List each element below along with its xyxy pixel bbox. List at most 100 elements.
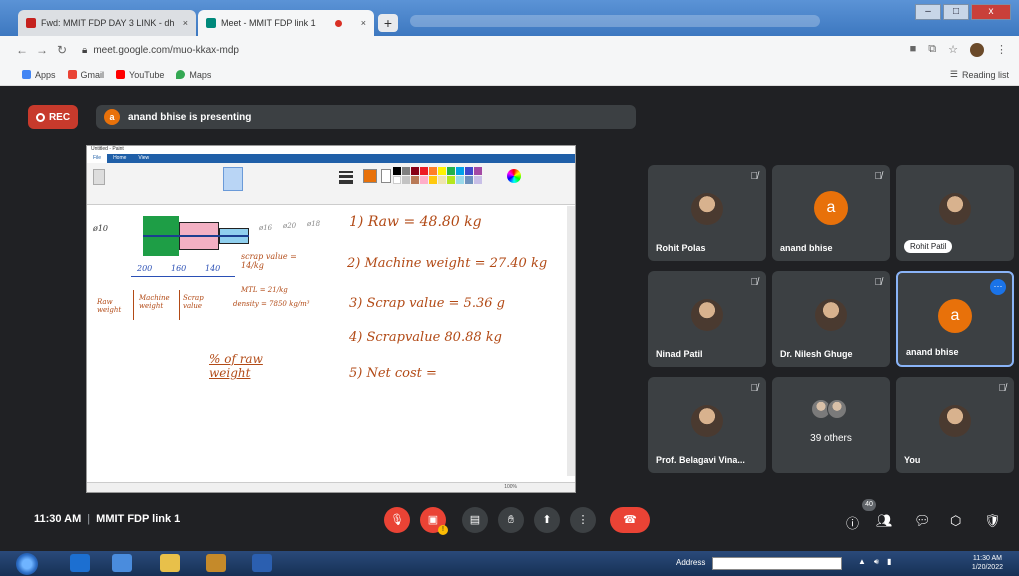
forward-icon[interactable]: → <box>32 43 52 57</box>
recording-dot-icon <box>334 19 342 27</box>
participant-tile[interactable]: 🎙̸ a anand bhise <box>772 165 890 261</box>
more-options-button[interactable]: ⋮ <box>570 507 596 533</box>
close-icon[interactable]: × <box>361 18 366 28</box>
word-icon[interactable] <box>252 554 272 572</box>
dim-b-label: ø20 <box>283 222 297 230</box>
bookmark-gmail[interactable]: Gmail <box>67 69 105 80</box>
participant-photo <box>691 299 723 331</box>
tab-gmail[interactable]: Fwd: MMIT FDP DAY 3 LINK - dh × <box>18 10 196 36</box>
participant-tile-speaking[interactable]: ··· a anand bhise <box>896 271 1014 367</box>
recording-indicator[interactable]: REC <box>28 105 78 129</box>
bookmark-maps[interactable]: Maps <box>176 70 211 80</box>
bookmark-apps[interactable]: Apps <box>22 70 56 80</box>
participant-name: Rohit Patil <box>904 240 953 253</box>
mic-off-icon: 🎙̸ <box>998 383 1007 394</box>
meet-icon <box>206 18 216 28</box>
mic-off-icon: 🎙̸ <box>750 277 759 288</box>
others-tile[interactable]: 39 others <box>772 377 890 473</box>
paint-scrollbar[interactable] <box>567 206 575 476</box>
chevron-up-icon[interactable]: ▲ <box>858 557 866 567</box>
menu-icon[interactable]: ⋮ <box>996 43 1007 57</box>
close-icon[interactable]: × <box>183 18 188 28</box>
participant-avatar: a <box>938 299 972 333</box>
profile-avatar[interactable] <box>970 43 984 57</box>
url-field[interactable]: 🔒︎ meet.google.com/muo-kkax-mdp <box>82 40 910 60</box>
present-button[interactable]: ⬆ <box>534 507 560 533</box>
start-button[interactable] <box>16 553 38 575</box>
handwriting-line-5: 5) Net cost = <box>349 366 437 381</box>
mic-off-icon: 🎙̸ <box>750 171 759 182</box>
maximize-button[interactable]: □ <box>943 4 969 20</box>
presenting-text: anand bhise is presenting <box>128 111 252 123</box>
chrome-icon[interactable] <box>112 554 132 572</box>
new-tab-button[interactable]: + <box>378 14 398 32</box>
people-icon[interactable]: 👥︎ <box>876 513 893 529</box>
back-icon[interactable]: ← <box>12 43 32 57</box>
dim-left-label: ø10 <box>93 224 108 233</box>
taskbar-clock[interactable]: 11:30 AM 1/20/2022 <box>972 554 1003 572</box>
ie-icon[interactable] <box>70 554 90 572</box>
system-tray: ▲ 🔊︎ ▮ <box>858 557 891 567</box>
apps-icon <box>22 70 31 79</box>
camera-icon[interactable]: ■ <box>910 43 917 57</box>
paint-status-bar: 100% <box>87 482 575 492</box>
media-icon[interactable] <box>206 554 226 572</box>
host-controls-icon[interactable]: 🛡︎ <box>984 513 1001 529</box>
handwriting-line-2: 2) Machine weight = 27.40 kg <box>347 256 548 271</box>
participant-tile[interactable]: Rohit Patil <box>896 165 1014 261</box>
raise-hand-button[interactable]: ✋︎ <box>498 507 524 533</box>
paint-title: Untitled - Paint <box>87 146 575 154</box>
meeting-time: 11:30 AM <box>34 513 82 525</box>
mic-toggle-button[interactable]: 🎙︎ <box>384 507 410 533</box>
chat-icon[interactable]: 💬︎ <box>914 513 931 529</box>
participant-photo <box>691 193 723 225</box>
participant-tile[interactable]: 🎙̸ Dr. Nilesh Ghuge <box>772 271 890 367</box>
address-toolbar-input[interactable] <box>712 557 842 570</box>
network-icon[interactable]: ▮ <box>887 557 891 567</box>
reload-icon[interactable]: ↻ <box>52 43 72 57</box>
others-avatars <box>811 399 847 419</box>
window-controls: – □ x <box>915 4 1011 20</box>
paint-canvas: ø10 ø16 ø20 ø18 200 160 140 scrap value … <box>87 206 567 474</box>
more-options-icon[interactable]: ··· <box>990 279 1006 295</box>
table-head-scrap: Scrap value <box>183 294 204 310</box>
size-icon <box>339 169 353 185</box>
activities-icon[interactable]: ⬡ <box>950 513 961 529</box>
browser-tab-bar: Fwd: MMIT FDP DAY 3 LINK - dh × Meet - M… <box>0 0 1019 36</box>
others-count: 39 others <box>810 433 852 444</box>
captions-button[interactable]: ▤ <box>462 507 488 533</box>
participant-tile[interactable]: 🎙̸ Rohit Polas <box>648 165 766 261</box>
toolbar-icons: ■ ⧉ ☆ ⋮ <box>910 43 1007 57</box>
tab-meet-label: Meet - MMIT FDP link 1 <box>221 18 316 28</box>
folder-icon[interactable] <box>160 554 180 572</box>
table-head-machine: Machine weight <box>139 294 170 310</box>
bookmark-label: Gmail <box>80 69 105 80</box>
star-icon[interactable]: ☆ <box>948 43 958 57</box>
gmail-icon <box>26 18 36 28</box>
bookmark-youtube[interactable]: YouTube <box>116 70 164 80</box>
leave-call-button[interactable]: ☎︎ <box>610 507 650 533</box>
participant-photo <box>691 405 723 437</box>
zoom-level: 100% <box>504 484 517 490</box>
mic-off-icon: 🎙̸ <box>874 171 883 182</box>
self-tile[interactable]: 🎙̸ You <box>896 377 1014 473</box>
blurred-tabs <box>410 15 820 27</box>
participant-photo <box>815 299 847 331</box>
participant-tile[interactable]: 🎙̸ Prof. Belagavi Vina... <box>648 377 766 473</box>
participant-tile[interactable]: 🎙̸ Ninad Patil <box>648 271 766 367</box>
volume-icon[interactable]: 🔊︎ <box>874 557 879 567</box>
close-window-button[interactable]: x <box>971 4 1011 20</box>
reading-list-button[interactable]: ☰ Reading list <box>950 69 1009 80</box>
info-icon[interactable]: ⓘ <box>846 513 859 532</box>
lock-icon: 🔒︎ <box>82 44 88 56</box>
minimize-button[interactable]: – <box>915 4 941 20</box>
share-icon[interactable]: ⧉ <box>928 43 936 57</box>
edit-colors-icon <box>507 169 521 183</box>
mic-off-icon: 🎙̸ <box>750 383 759 394</box>
camera-toggle-button[interactable]: ▣! <box>420 507 448 535</box>
paint-menu-view: View <box>138 155 150 161</box>
color1-swatch <box>363 169 377 183</box>
bookmark-label: Apps <box>35 69 56 80</box>
tab-meet[interactable]: Meet - MMIT FDP link 1 × <box>198 10 374 36</box>
scrap-note: scrap value = 14/kg <box>241 252 297 270</box>
